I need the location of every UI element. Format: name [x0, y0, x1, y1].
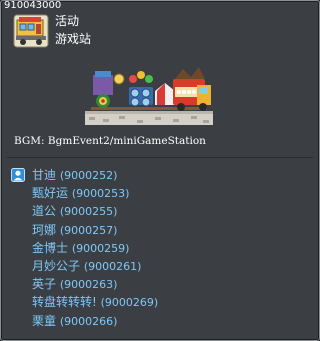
map-preview	[85, 65, 213, 127]
npc-id: (9000253)	[71, 187, 130, 201]
npc-id: (9000266)	[59, 314, 118, 328]
npc-id: (9000261)	[83, 259, 142, 273]
npc-name: 珂娜	[32, 222, 57, 237]
map-name: 游戏站	[55, 32, 92, 46]
npc-id: (9000259)	[71, 241, 130, 255]
npc-name: 栗童	[32, 313, 57, 328]
npc-id: (9000269)	[100, 296, 159, 310]
npc-id: (9000257)	[59, 223, 118, 237]
npc-name: 金博士	[32, 240, 69, 255]
train-station-icon	[13, 14, 49, 48]
divider	[7, 157, 313, 158]
npc-name: 英子	[32, 277, 57, 292]
map-id: 910043000	[4, 0, 62, 11]
bgm-label: BGM: BgmEvent2/miniGameStation	[14, 135, 206, 147]
map-region: 活动	[55, 14, 80, 28]
npc-id: (9000252)	[59, 169, 118, 182]
map-info-tooltip: 910043000 活动 游戏站 BGM: BgmEvent2/miniGame…	[0, 0, 320, 341]
npc-marker-icon	[11, 168, 25, 182]
npc-name: 甘迪	[32, 168, 57, 182]
npc-id: (9000263)	[59, 278, 118, 292]
npc-name: 甄好运	[32, 186, 69, 201]
npc-name: 道公	[32, 204, 57, 219]
npc-name: 月妙公子	[32, 258, 81, 273]
npc-name: 转盘转转转!	[32, 295, 97, 310]
npc-id: (9000255)	[59, 205, 118, 219]
